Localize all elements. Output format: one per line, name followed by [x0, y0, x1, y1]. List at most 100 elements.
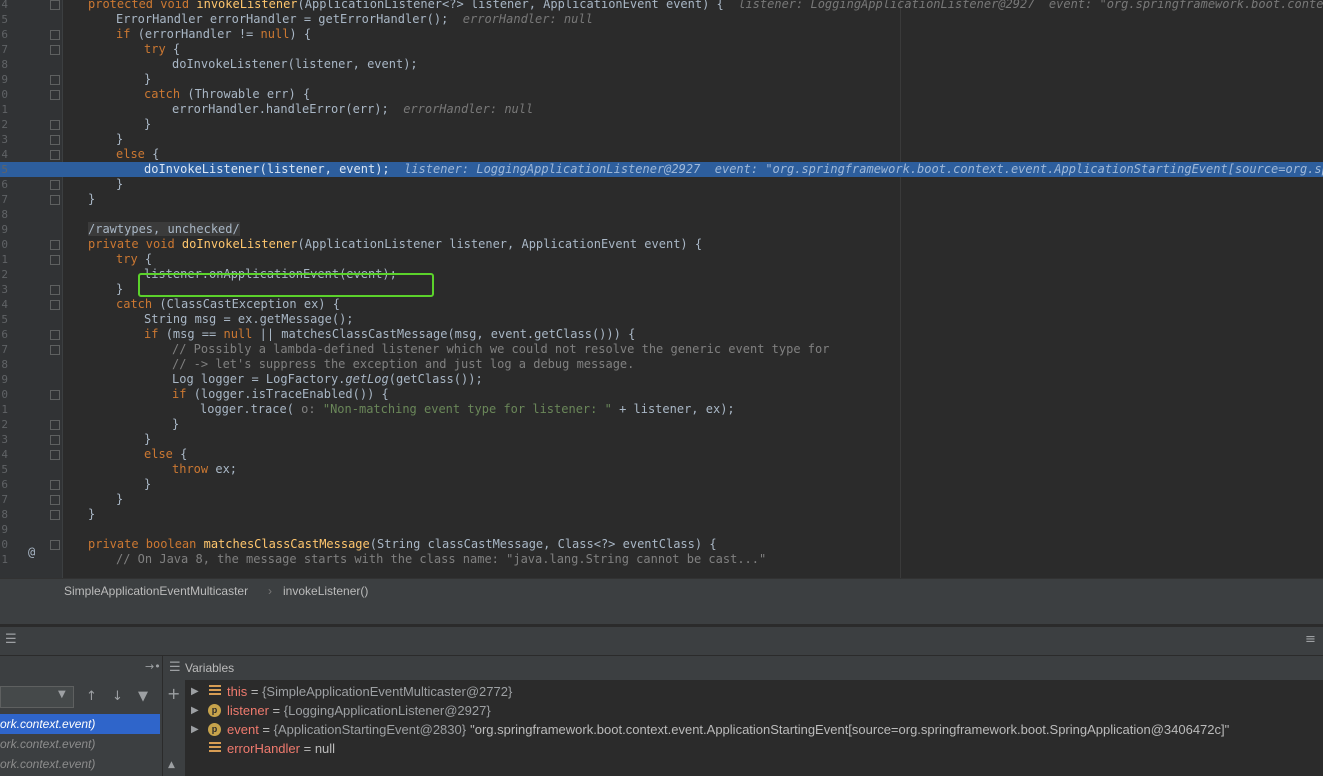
frame-item[interactable]: ork.context.event)	[0, 754, 160, 774]
code-line[interactable]: 6 if (msg == null || matchesClassCastMess…	[0, 327, 1323, 342]
line-number[interactable]: 8	[0, 57, 8, 72]
thread-selector[interactable]: ▼	[0, 686, 74, 708]
line-number[interactable]: 5	[0, 12, 8, 27]
line-number[interactable]: 5	[0, 462, 8, 477]
line-number[interactable]: 2	[0, 417, 8, 432]
frame-item[interactable]: ork.context.event)	[0, 714, 160, 734]
settings-sliders-icon[interactable]: ☰	[5, 632, 17, 647]
fold-marker-icon[interactable]	[50, 240, 60, 250]
line-number[interactable]: 4	[0, 147, 8, 162]
code-line[interactable]: 9 Log logger = LogFactory.getLog(getClass…	[0, 372, 1323, 387]
line-number[interactable]: 3	[0, 432, 8, 447]
line-number[interactable]: 6	[0, 27, 8, 42]
code-line[interactable]: 1 try {	[0, 252, 1323, 267]
code-line[interactable]: 3}	[0, 432, 1323, 447]
variable-row[interactable]: ▶ this = {SimpleApplicationEventMulticast…	[185, 682, 1323, 701]
line-number[interactable]: 1	[0, 552, 8, 567]
expand-arrow-icon[interactable]: ▶	[191, 701, 199, 720]
fold-marker-icon[interactable]	[50, 330, 60, 340]
code-line[interactable]: 8	[0, 207, 1323, 222]
code-line[interactable]: 0 if (logger.isTraceEnabled()) {	[0, 387, 1323, 402]
up-arrow-icon[interactable]: ↑	[86, 689, 97, 704]
line-number[interactable]: 8	[0, 207, 8, 222]
line-number[interactable]: 0	[0, 387, 8, 402]
code-line[interactable]: 4 else {	[0, 447, 1323, 462]
line-number[interactable]: 4	[0, 447, 8, 462]
line-number[interactable]: 7	[0, 42, 8, 57]
code-line[interactable]: 5 String msg = ex.getMessage();	[0, 312, 1323, 327]
line-number[interactable]: 2	[0, 117, 8, 132]
line-number[interactable]: 2	[0, 267, 8, 282]
code-line[interactable]: 3}	[0, 132, 1323, 147]
line-number[interactable]: 7	[0, 192, 8, 207]
down-arrow-icon[interactable]: ↓	[112, 689, 123, 704]
code-line[interactable]: 8 doInvokeListener(listener, event);	[0, 57, 1323, 72]
line-number[interactable]: 4	[0, 297, 8, 312]
code-line[interactable]: 9	[0, 522, 1323, 537]
line-number[interactable]: 6	[0, 177, 8, 192]
code-line[interactable]: 2}	[0, 417, 1323, 432]
code-line[interactable]: 4 catch (ClassCastException ex) {	[0, 297, 1323, 312]
code-line[interactable]: 1 logger.trace( o: "Non-matching event ty…	[0, 402, 1323, 417]
fold-marker-icon[interactable]	[50, 195, 60, 205]
fold-marker-icon[interactable]	[50, 90, 60, 100]
variable-row[interactable]: ▶ p event = {ApplicationStartingEvent@2830…	[185, 720, 1323, 739]
current-execution-line[interactable]: 5 doInvokeListener(listener, event); list…	[0, 162, 1323, 177]
frame-item[interactable]: ork.context.event)	[0, 734, 160, 754]
code-line[interactable]: 8}	[0, 507, 1323, 522]
code-line[interactable]: 9/rawtypes, unchecked/	[0, 222, 1323, 237]
expand-arrow-icon[interactable]: ▶	[191, 682, 199, 701]
override-marker-icon[interactable]: @	[28, 545, 35, 559]
line-number[interactable]: 4	[0, 0, 8, 12]
code-line[interactable]: 7}	[0, 492, 1323, 507]
code-line[interactable]: 0 private void doInvokeListener(Applicati…	[0, 237, 1323, 252]
line-number[interactable]: 9	[0, 372, 8, 387]
line-number[interactable]: 3	[0, 282, 8, 297]
code-line[interactable]: 6}	[0, 177, 1323, 192]
fold-marker-icon[interactable]	[50, 30, 60, 40]
code-line[interactable]: 1 // On Java 8, the message starts with t…	[0, 552, 1323, 567]
code-line[interactable]: 0 catch (Throwable err) {	[0, 87, 1323, 102]
fold-marker-icon[interactable]	[50, 420, 60, 430]
fold-marker-icon[interactable]	[50, 435, 60, 445]
breadcrumb-class[interactable]: SimpleApplicationEventMulticaster	[64, 579, 248, 603]
line-number[interactable]: 0	[0, 237, 8, 252]
line-number[interactable]: 9	[0, 222, 8, 237]
code-line[interactable]: 7}	[0, 192, 1323, 207]
code-line[interactable]: 1 errorHandler.handleError(err); errorHan…	[0, 102, 1323, 117]
code-line[interactable]: 4 protected void invokeListener(Applicati…	[0, 0, 1323, 12]
code-line[interactable]: 5 ErrorHandler errorHandler = getErrorHan…	[0, 12, 1323, 27]
fold-marker-icon[interactable]	[50, 0, 60, 10]
code-line[interactable]: 9}	[0, 72, 1323, 87]
line-number[interactable]: 6	[0, 477, 8, 492]
code-line[interactable]: 8 // -> let's suppress the exception and …	[0, 357, 1323, 372]
code-line[interactable]: 0 private boolean matchesClassCastMessage…	[0, 537, 1323, 552]
line-number[interactable]: 1	[0, 402, 8, 417]
restore-layout-icon[interactable]: →•	[145, 660, 161, 673]
line-number[interactable]: 0	[0, 87, 8, 102]
fold-marker-icon[interactable]	[50, 255, 60, 265]
fold-marker-icon[interactable]	[50, 540, 60, 550]
line-number[interactable]: 6	[0, 327, 8, 342]
code-line[interactable]: 7 // Possibly a lambda-defined listener w…	[0, 342, 1323, 357]
code-line[interactable]: 4 else {	[0, 147, 1323, 162]
line-number[interactable]: 9	[0, 522, 8, 537]
menu-icon[interactable]: ≡	[1305, 632, 1316, 647]
code-editor[interactable]: 4 protected void invokeListener(Applicati…	[0, 0, 1323, 578]
fold-marker-icon[interactable]	[50, 390, 60, 400]
line-number[interactable]: 7	[0, 492, 8, 507]
fold-marker-icon[interactable]	[50, 135, 60, 145]
fold-marker-icon[interactable]	[50, 150, 60, 160]
fold-marker-icon[interactable]	[50, 120, 60, 130]
fold-marker-icon[interactable]	[50, 345, 60, 355]
code-line[interactable]: 7 try {	[0, 42, 1323, 57]
code-line[interactable]: 6 if (errorHandler != null) {	[0, 27, 1323, 42]
code-line[interactable]: 6}	[0, 477, 1323, 492]
code-line[interactable]: 2}	[0, 117, 1323, 132]
line-number[interactable]: 1	[0, 102, 8, 117]
breadcrumb-method[interactable]: invokeListener()	[283, 579, 368, 603]
line-number[interactable]: 7	[0, 342, 8, 357]
line-number[interactable]: 9	[0, 72, 8, 87]
fold-marker-icon[interactable]	[50, 495, 60, 505]
fold-marker-icon[interactable]	[50, 75, 60, 85]
